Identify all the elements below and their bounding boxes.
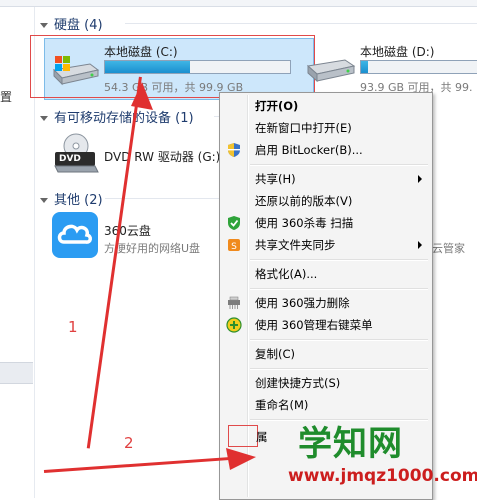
menu-item-open-new-window[interactable]: 在新窗口中打开(E) bbox=[220, 117, 432, 139]
menu-item-label: 共享(H) bbox=[255, 172, 296, 186]
menu-item-label: 使用 360强力删除 bbox=[255, 296, 350, 310]
menu-item-label: 在新窗口中打开(E) bbox=[255, 121, 352, 135]
nav-selected-item[interactable] bbox=[0, 362, 33, 384]
cloud-drive-desc: 方便好用的网络U盘 bbox=[104, 242, 201, 255]
plus-icon bbox=[226, 317, 242, 333]
antivirus-icon bbox=[226, 215, 242, 231]
menu-item-restore-versions[interactable]: 还原以前的版本(V) bbox=[220, 190, 432, 212]
menu-separator bbox=[250, 164, 428, 166]
menu-item-label: 共享文件夹同步 bbox=[255, 238, 336, 252]
menu-item-360-scan[interactable]: 使用 360杀毒 扫描 bbox=[220, 212, 432, 234]
section-header-hdd[interactable]: 硬盘 (4) bbox=[40, 14, 103, 33]
menu-item-label: 复制(C) bbox=[255, 347, 296, 361]
menu-item-create-shortcut[interactable]: 创建快捷方式(S) bbox=[220, 372, 432, 394]
menu-item-format[interactable]: 格式化(A)... bbox=[220, 263, 432, 285]
menu-item-bitlocker[interactable]: 启用 BitLocker(B)... bbox=[220, 139, 432, 161]
cloud-manager-fragment[interactable]: 云管家 bbox=[432, 240, 465, 256]
annotation-label-1: 1 bbox=[68, 318, 78, 336]
drive-d-icon bbox=[305, 52, 357, 87]
collapse-icon bbox=[40, 116, 48, 121]
collapse-icon bbox=[40, 198, 48, 203]
menu-item-label: 使用 360管理右键菜单 bbox=[255, 318, 373, 332]
section-header-other[interactable]: 其他 (2) bbox=[40, 189, 103, 208]
menu-item-label: 使用 360杀毒 扫描 bbox=[255, 216, 354, 230]
watermark-url: www.jmqz1000.com bbox=[288, 466, 477, 486]
submenu-arrow-icon bbox=[418, 175, 422, 183]
dvd-icon-label: DVD bbox=[59, 154, 81, 164]
nav-top-border bbox=[0, 0, 34, 7]
highlight-box bbox=[30, 35, 315, 98]
menu-item-properties[interactable]: 属 bbox=[228, 425, 268, 447]
menu-item-360-shred[interactable]: 使用 360强力删除 bbox=[220, 292, 432, 314]
annotation-arrowhead-1 bbox=[127, 82, 153, 115]
menu-item-360-context-manager[interactable]: 使用 360管理右键菜单 bbox=[220, 314, 432, 336]
section-header-removable[interactable]: 有可移动存储的设备 (1) bbox=[40, 107, 194, 126]
menu-separator bbox=[250, 339, 428, 341]
menu-item-label: 打开(O) bbox=[255, 99, 299, 113]
menu-item-label: 创建快捷方式(S) bbox=[255, 376, 341, 390]
sync-icon: S bbox=[226, 237, 242, 253]
menu-separator bbox=[250, 259, 428, 261]
menu-item-share[interactable]: 共享(H) bbox=[220, 168, 432, 190]
submenu-arrow-icon bbox=[418, 241, 422, 249]
svg-text:S: S bbox=[231, 242, 237, 252]
section-other-label: 其他 (2) bbox=[54, 193, 103, 208]
annotation-arrowhead-2 bbox=[226, 448, 256, 473]
menu-item-label: 还原以前的版本(V) bbox=[255, 194, 353, 208]
menu-separator bbox=[250, 368, 428, 370]
cloud-drive-icon bbox=[52, 212, 98, 258]
menu-item-label: 启用 BitLocker(B)... bbox=[255, 143, 363, 157]
collapse-icon bbox=[40, 23, 48, 28]
annotation-label-2: 2 bbox=[124, 434, 134, 452]
menu-item-label: 格式化(A)... bbox=[255, 267, 318, 281]
section-divider bbox=[125, 23, 477, 24]
drive-d-usage-bar bbox=[360, 60, 477, 74]
menu-separator bbox=[250, 288, 428, 290]
dvd-drive-name[interactable]: DVD RW 驱动器 (G:) bbox=[104, 148, 220, 165]
drive-d-usage-fill bbox=[361, 61, 369, 73]
menu-item-rename[interactable]: 重命名(M) bbox=[220, 394, 432, 416]
drive-d-name[interactable]: 本地磁盘 (D:) bbox=[360, 43, 434, 60]
toolbar-edge bbox=[34, 0, 477, 7]
menu-item-label: 属 bbox=[256, 430, 268, 444]
annotation-arrow-2 bbox=[43, 456, 242, 473]
menu-item-copy[interactable]: 复制(C) bbox=[220, 343, 432, 365]
watermark-title: 学知网 bbox=[298, 424, 403, 464]
shield-icon bbox=[226, 142, 242, 158]
section-hdd-label: 硬盘 (4) bbox=[54, 18, 103, 33]
menu-item-folder-sync[interactable]: S 共享文件夹同步 bbox=[220, 234, 432, 256]
menu-item-label: 重命名(M) bbox=[255, 398, 309, 412]
nav-item-partial-label[interactable]: 置 bbox=[0, 88, 12, 105]
shredder-icon bbox=[226, 295, 242, 311]
menu-item-open[interactable]: 打开(O) bbox=[220, 95, 432, 117]
section-removable-label: 有可移动存储的设备 (1) bbox=[54, 111, 194, 126]
cloud-drive-name[interactable]: 360云盘 bbox=[104, 222, 151, 239]
